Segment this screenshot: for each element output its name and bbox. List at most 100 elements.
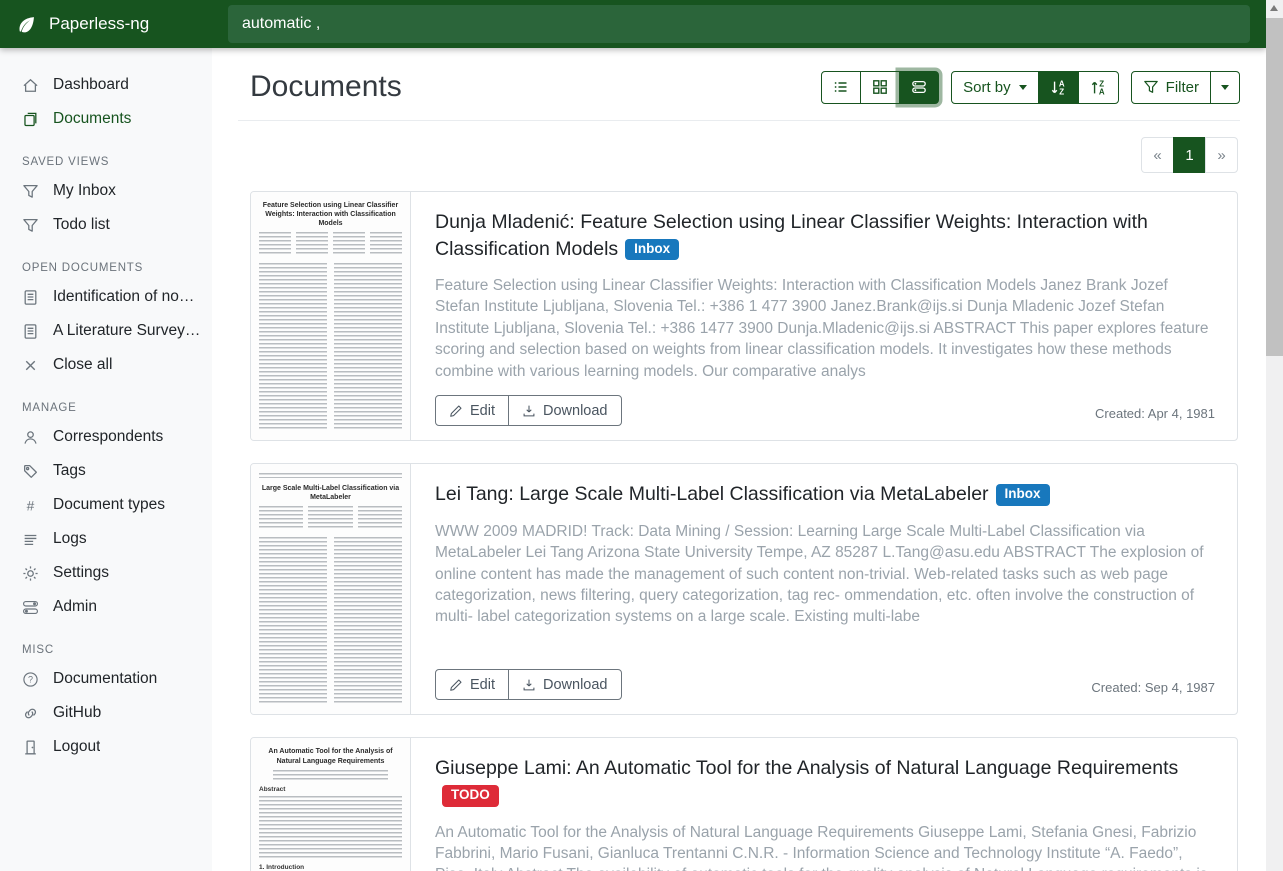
sidebar: Dashboard Documents SAVED VIEWS My Inbox… bbox=[0, 48, 212, 871]
filter-group: Filter bbox=[1131, 71, 1240, 104]
sidebar-item-settings[interactable]: Settings bbox=[0, 556, 212, 590]
global-search-input[interactable] bbox=[228, 5, 1250, 43]
tag-icon bbox=[22, 463, 39, 480]
brand-name: Paperless-ng bbox=[49, 14, 149, 34]
edit-button[interactable]: Edit bbox=[435, 395, 509, 426]
sidebar-section-open-documents: OPEN DOCUMENTS bbox=[0, 242, 212, 280]
sidebar-item-github[interactable]: GitHub bbox=[0, 696, 212, 730]
view-details-button[interactable] bbox=[899, 71, 939, 104]
sidebar-item-my-inbox[interactable]: My Inbox bbox=[0, 174, 212, 208]
details-view-icon bbox=[911, 79, 927, 95]
sort-group: Sort by A Z Z A bbox=[951, 71, 1119, 104]
pencil-icon bbox=[449, 678, 463, 692]
documents-toolbar: Sort by A Z Z A bbox=[821, 71, 1240, 104]
created-date: Created: Sep 4, 1987 bbox=[1091, 680, 1215, 700]
main-content: Documents bbox=[212, 48, 1266, 871]
pagination: « 1 » bbox=[1141, 137, 1238, 173]
svg-text:#: # bbox=[27, 497, 35, 513]
tag-badge-inbox[interactable]: Inbox bbox=[996, 484, 1050, 506]
sidebar-section-manage: MANAGE bbox=[0, 382, 212, 420]
file-text-icon bbox=[22, 289, 39, 306]
download-icon bbox=[522, 404, 536, 418]
document-title[interactable]: Giuseppe Lami: An Automatic Tool for the… bbox=[435, 755, 1215, 808]
sort-by-dropdown[interactable]: Sort by bbox=[951, 71, 1039, 104]
link-icon bbox=[22, 705, 39, 722]
download-button[interactable]: Download bbox=[508, 395, 622, 426]
sidebar-item-documentation[interactable]: ? Documentation bbox=[0, 662, 212, 696]
sidebar-item-admin[interactable]: Admin bbox=[0, 590, 212, 624]
tag-badge-inbox[interactable]: Inbox bbox=[625, 239, 679, 261]
document-card-3: An Automatic Tool for the Analysis of Na… bbox=[250, 737, 1238, 871]
scrollbar-thumb[interactable] bbox=[1266, 18, 1283, 356]
document-thumbnail-2[interactable]: Large Scale Multi-Label Classification v… bbox=[251, 464, 411, 714]
scrollbar-up-arrow-icon[interactable] bbox=[1270, 5, 1278, 11]
created-date: Created: Apr 4, 1981 bbox=[1095, 406, 1215, 426]
pagination-page-1[interactable]: 1 bbox=[1173, 137, 1206, 173]
funnel-icon bbox=[22, 183, 39, 200]
sort-ascending-button[interactable]: Z A bbox=[1078, 71, 1119, 104]
sidebar-section-saved-views: SAVED VIEWS bbox=[0, 136, 212, 174]
svg-text:A: A bbox=[1098, 87, 1104, 95]
sidebar-item-logs[interactable]: Logs bbox=[0, 522, 212, 556]
person-icon bbox=[22, 429, 39, 446]
funnel-icon bbox=[1143, 79, 1159, 95]
view-grid-button[interactable] bbox=[860, 71, 900, 104]
sidebar-item-open-doc-2[interactable]: A Literature Survey on ... bbox=[0, 314, 212, 348]
sidebar-item-tags[interactable]: Tags bbox=[0, 454, 212, 488]
edit-button[interactable]: Edit bbox=[435, 669, 509, 700]
document-excerpt: WWW 2009 MADRID! Track: Data Mining / Se… bbox=[435, 521, 1215, 628]
leaf-logo-icon bbox=[16, 14, 37, 35]
sidebar-item-correspondents[interactable]: Correspondents bbox=[0, 420, 212, 454]
document-card-2: Large Scale Multi-Label Classification v… bbox=[250, 463, 1238, 715]
document-title[interactable]: Lei Tang: Large Scale Multi-Label Classi… bbox=[435, 481, 1215, 508]
sidebar-item-open-doc-1[interactable]: Identification of non-fu... bbox=[0, 280, 212, 314]
document-card-1: Feature Selection using Linear Classifie… bbox=[250, 191, 1238, 441]
window-scrollbar[interactable] bbox=[1266, 0, 1283, 871]
funnel-icon bbox=[22, 217, 39, 234]
list-view-icon bbox=[833, 79, 849, 95]
page-title: Documents bbox=[238, 70, 402, 104]
question-circle-icon: ? bbox=[22, 671, 39, 688]
sort-descending-button[interactable]: A Z bbox=[1038, 71, 1079, 104]
svg-text:?: ? bbox=[28, 674, 33, 684]
document-thumbnail-3[interactable]: An Automatic Tool for the Analysis of Na… bbox=[251, 738, 411, 871]
home-icon bbox=[22, 77, 39, 94]
document-thumbnail-1[interactable]: Feature Selection using Linear Classifie… bbox=[251, 192, 411, 440]
sidebar-item-dashboard[interactable]: Dashboard bbox=[0, 68, 212, 102]
app-brand[interactable]: Paperless-ng bbox=[0, 14, 212, 35]
toggles-icon bbox=[22, 599, 39, 616]
filter-button[interactable]: Filter bbox=[1131, 71, 1211, 104]
file-text-icon bbox=[22, 323, 39, 340]
grid-view-icon bbox=[872, 79, 888, 95]
sidebar-item-todo-list[interactable]: Todo list bbox=[0, 208, 212, 242]
sort-alpha-up-icon: Z A bbox=[1090, 79, 1107, 96]
document-title[interactable]: Dunja Mladenić: Feature Selection using … bbox=[435, 209, 1215, 262]
caret-down-icon bbox=[1221, 85, 1229, 90]
door-icon bbox=[22, 739, 39, 756]
sidebar-item-documents[interactable]: Documents bbox=[0, 102, 212, 136]
document-excerpt: Feature Selection using Linear Classifie… bbox=[435, 275, 1215, 382]
sidebar-section-misc: MISC bbox=[0, 624, 212, 662]
document-excerpt: An Automatic Tool for the Analysis of Na… bbox=[435, 822, 1215, 871]
documents-icon bbox=[22, 111, 39, 128]
pagination-prev-button[interactable]: « bbox=[1141, 137, 1174, 173]
text-lines-icon bbox=[22, 531, 39, 548]
hash-icon: # bbox=[22, 497, 39, 514]
document-list: Feature Selection using Linear Classifie… bbox=[238, 191, 1240, 871]
svg-text:Z: Z bbox=[1059, 87, 1064, 95]
tag-badge-todo[interactable]: TODO bbox=[442, 785, 499, 807]
gear-icon bbox=[22, 565, 39, 582]
header-divider bbox=[238, 120, 1240, 121]
view-mode-group bbox=[821, 71, 939, 104]
sidebar-item-document-types[interactable]: # Document types bbox=[0, 488, 212, 522]
caret-down-icon bbox=[1019, 85, 1027, 90]
filter-dropdown-toggle[interactable] bbox=[1210, 71, 1240, 104]
close-icon bbox=[22, 357, 39, 374]
download-icon bbox=[522, 678, 536, 692]
pagination-next-button[interactable]: » bbox=[1205, 137, 1238, 173]
sidebar-item-close-all[interactable]: Close all bbox=[0, 348, 212, 382]
download-button[interactable]: Download bbox=[508, 669, 622, 700]
pencil-icon bbox=[449, 404, 463, 418]
sidebar-item-logout[interactable]: Logout bbox=[0, 730, 212, 764]
view-list-button[interactable] bbox=[821, 71, 861, 104]
